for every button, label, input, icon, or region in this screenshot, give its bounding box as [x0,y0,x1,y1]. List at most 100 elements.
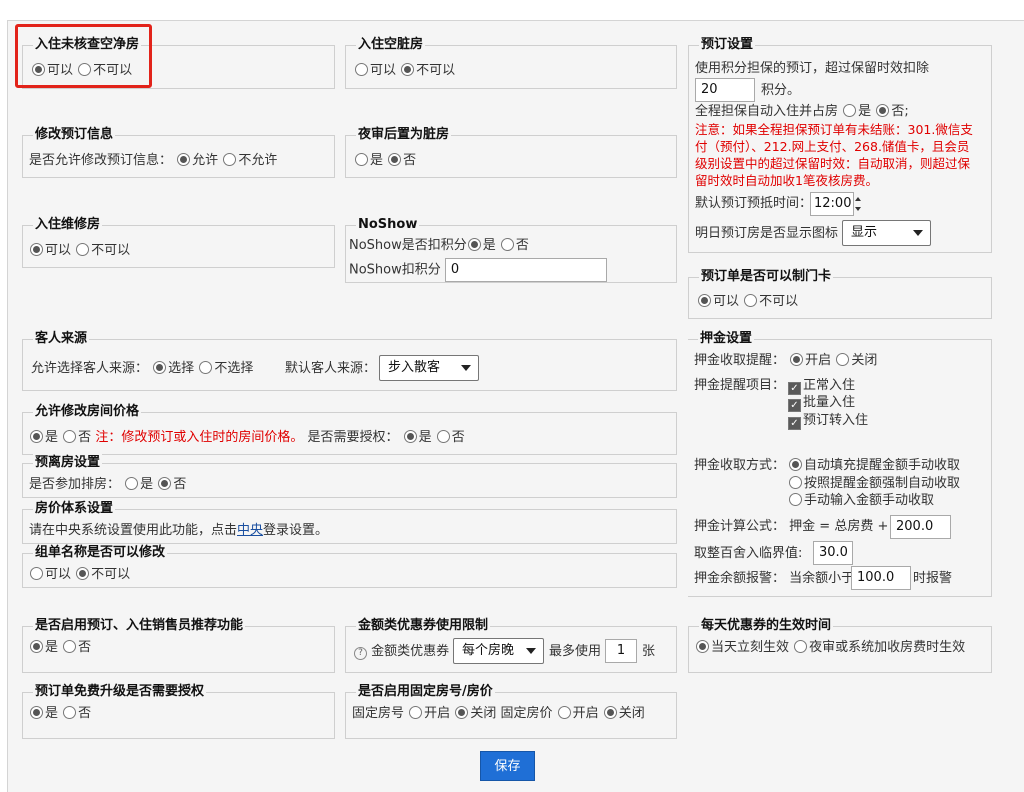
radio-remind-on[interactable] [790,353,804,366]
round-label: 取整百舍入临界值: [694,546,803,561]
radio-yes[interactable] [125,477,139,490]
checkbox-booking-to-checkin-label: 预订转入住 [803,413,869,428]
alert-input[interactable]: 100.0 [851,566,911,590]
radio-no[interactable] [401,63,415,76]
price-note: 注：修改预订或入住时的房间价格。 [95,430,304,445]
guarantee-points-input[interactable]: 20 [695,78,755,102]
radio-method-force[interactable] [789,476,802,489]
radio-yes[interactable] [698,294,711,307]
radio-no-label: 否 [78,706,92,721]
radio-no[interactable] [63,430,77,443]
radio-no[interactable] [78,63,92,76]
radio-no-label: 不可以 [91,567,131,582]
radio-no-label: 否 [78,640,92,655]
radio-price-off[interactable] [603,706,617,719]
fixed-room-label: 固定房号 [352,706,405,721]
radio-no[interactable] [63,706,77,719]
time-spinner[interactable] [853,192,864,216]
section-title: 允许修改房间价格 [33,403,142,421]
note-line-3: 级别设置中的超过保留时效：自动取消，则超过保 [695,156,971,171]
radio-no[interactable] [76,567,90,580]
section-title: 是否启用预订、入住销售员推荐功能 [33,617,246,635]
radio-effective-audit[interactable] [794,640,808,653]
price-system-section: 房价体系设置 请在中央系统设置使用此功能，点击中央登录设置。 [22,500,677,544]
radio-yes-label: 是 [45,430,59,445]
radio-yes[interactable] [32,63,45,76]
radio-allow[interactable] [177,153,191,166]
radio-yes[interactable] [30,430,43,443]
radio-noselect[interactable] [199,361,213,374]
help-icon[interactable]: ? [354,647,367,660]
default-source-value: 步入散客 [388,360,441,375]
coupon-limit-section: 金额类优惠券使用限制 ? 金额类优惠券 每个房晚 最多使用 1 张 [345,617,677,673]
radio-room-on[interactable] [409,706,423,719]
checkin-unchecked-clean-section: 入住未核查空净房 可以 不可以 [22,36,335,89]
checkbox-batch-checkin[interactable]: ✓ [788,399,801,412]
central-link[interactable]: 中央 [237,523,263,538]
default-time-input[interactable]: 12:00 [810,192,854,216]
radio-yes[interactable] [355,153,368,166]
section-title: 是否启用固定房号/房价 [356,683,495,701]
radio-remind-off[interactable] [836,353,850,366]
radio-yes[interactable] [30,640,43,653]
tomorrow-icon-select[interactable]: 显示 [842,220,931,246]
section-title: 客人来源 [33,330,90,348]
radio-auto-yes[interactable] [843,104,857,117]
coupon-label: 金额类优惠券 [371,644,450,659]
group-name-section: 组单名称是否可以修改 可以 不可以 [22,544,677,588]
radio-no[interactable] [63,640,77,653]
radio-effective-now-label: 当天立刻生效 [711,640,790,655]
chevron-down-icon [526,648,536,654]
radio-no[interactable] [388,153,402,166]
radio-no[interactable] [76,243,90,256]
radio-effective-now[interactable] [696,640,709,653]
radio-disallow[interactable] [223,153,237,166]
section-title: 预订设置 [699,36,756,54]
radio-auto-no[interactable] [876,104,890,117]
radio-no-label: 不可以 [416,63,456,78]
fixed-room-section: 是否启用固定房号/房价 固定房号 开启 关闭 固定房价 开启 关闭 [345,683,677,739]
chevron-down-icon [461,365,471,371]
radio-price-on[interactable] [557,706,571,719]
checkbox-booking-to-checkin[interactable]: ✓ [788,417,801,430]
default-source-select[interactable]: 步入散客 [379,355,479,381]
radio-select[interactable] [153,361,167,374]
save-button[interactable]: 保存 [480,751,535,781]
sales-recommend-section: 是否启用预订、入住销售员推荐功能 是 否 [22,617,335,673]
radio-method-manual[interactable] [789,493,802,506]
radio-no[interactable] [158,477,172,490]
radio-auth-yes[interactable] [403,430,417,443]
formula-input[interactable]: 200.0 [890,515,951,539]
radio-no[interactable] [744,294,758,307]
predepart-section: 预离房设置 是否参加排房： 是 否 [22,454,677,498]
coupon-unit-select[interactable]: 每个房晚 [453,638,544,664]
radio-room-off[interactable] [455,706,469,719]
alert-label: 押金余额报警： [694,571,786,586]
radio-remind-on-label: 开启 [805,353,832,368]
radio-no-label: 否 [515,238,529,253]
radio-yes[interactable] [30,706,43,719]
radio-auth-yes-label: 是 [418,430,432,445]
radio-yes[interactable] [467,238,481,251]
checkbox-normal-checkin-label: 正常入住 [803,378,856,393]
booking-card-section: 预订单是否可以制门卡 可以 不可以 [688,268,992,319]
radio-yes-label: 是 [45,640,59,655]
max-use-input[interactable]: 1 [605,639,637,663]
formula-label: 押金计算公式： [694,519,786,534]
radio-auth-no[interactable] [436,430,450,443]
section-title: 夜审后置为脏房 [356,126,452,144]
section-title: 入住空脏房 [356,36,426,54]
section-title: 入住未核查空净房 [33,36,142,54]
radio-yes-label: 是 [140,477,154,492]
radio-no[interactable] [500,238,514,251]
radio-yes[interactable] [355,63,368,76]
radio-yes[interactable] [30,243,43,256]
spinner-up-icon [855,197,861,201]
radio-method-auto-fill[interactable] [789,458,802,471]
radio-yes[interactable] [30,567,43,580]
checkbox-batch-checkin-label: 批量入住 [803,395,856,410]
note-line-1: 注意：如果全程担保预订单有未结账：301.微信支 [695,122,973,137]
noshow-points-input[interactable]: 0 [444,258,607,282]
round-input[interactable]: 30.0 [813,541,853,565]
checkin-repair-section: 入住维修房 可以 不可以 [22,216,335,268]
